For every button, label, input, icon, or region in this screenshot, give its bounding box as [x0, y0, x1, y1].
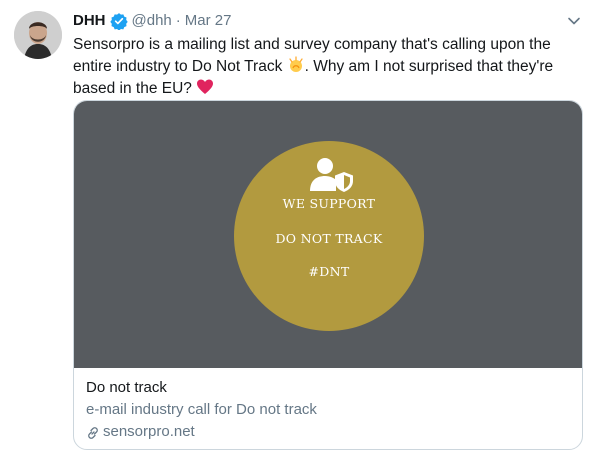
badge-line-do-not-track: DO NOT TRACK: [275, 231, 383, 246]
tweet-text: Sensorpro is a mailing list and survey c…: [73, 34, 573, 100]
author-handle[interactable]: @dhh: [132, 11, 172, 31]
tweet-date[interactable]: Mar 27: [185, 11, 232, 31]
avatar[interactable]: [14, 11, 62, 59]
card-title: Do not track: [86, 379, 167, 396]
card-image[interactable]: WE SUPPORT DO NOT TRACK #DNT: [74, 101, 582, 368]
tweet-header: DHH @dhh · Mar 27: [73, 10, 571, 32]
tweet[interactable]: DHH @dhh · Mar 27 Sensorpro is a mailing…: [0, 0, 601, 455]
card-domain: sensorpro.net: [86, 421, 570, 442]
card-body[interactable]: Do not track e-mail industry call for Do…: [74, 368, 582, 449]
clapping-hands-emoji-icon: [287, 56, 305, 74]
dnt-badge: WE SUPPORT DO NOT TRACK #DNT: [234, 141, 424, 331]
badge-line-dnt-hashtag: #DNT: [308, 264, 350, 279]
author-name[interactable]: DHH: [73, 11, 106, 31]
red-heart-emoji-icon: [196, 78, 214, 96]
chevron-down-icon[interactable]: [567, 14, 581, 28]
user-shield-icon: [306, 157, 356, 193]
verified-badge-icon: [109, 12, 128, 31]
badge-line-we-support: WE SUPPORT: [282, 196, 376, 211]
link-card[interactable]: WE SUPPORT DO NOT TRACK #DNT Do not trac…: [73, 100, 583, 450]
card-description: e-mail industry call for Do not track: [86, 401, 317, 418]
card-domain-text: sensorpro.net: [103, 423, 195, 440]
separator-dot: ·: [175, 12, 181, 29]
link-icon: [86, 425, 100, 439]
